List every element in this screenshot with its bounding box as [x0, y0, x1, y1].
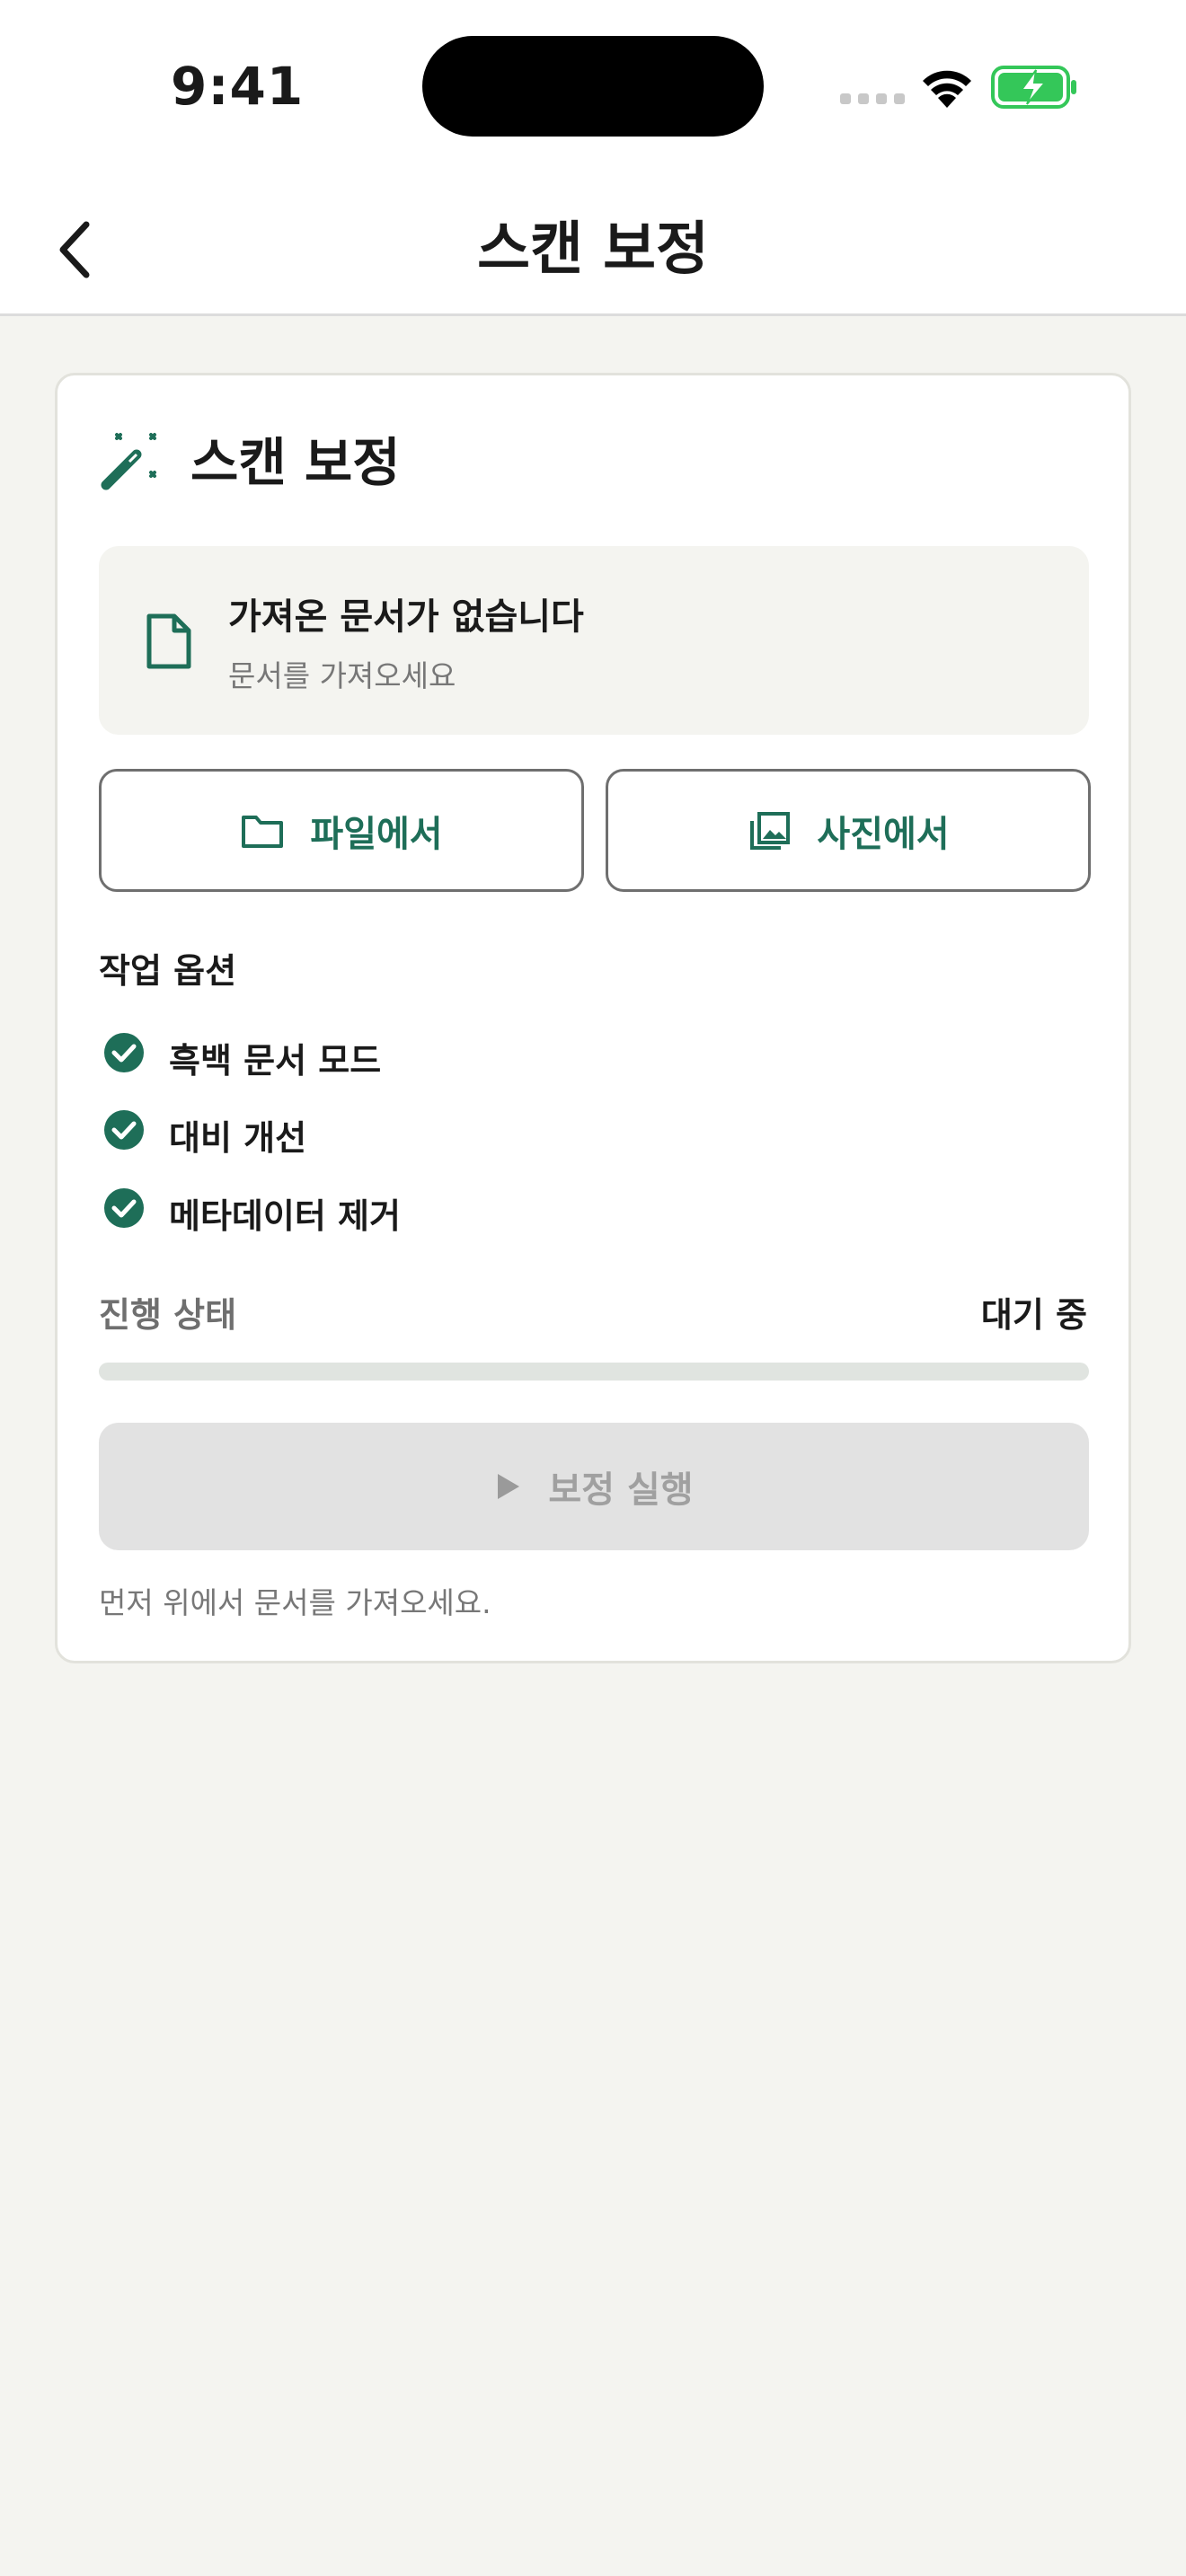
document-status-box: 가져온 문서가 없습니다 문서를 가져오세요: [99, 546, 1089, 735]
option-label: 대비 개선: [169, 1118, 307, 1158]
document-status-title: 가져온 문서가 없습니다: [228, 596, 584, 638]
options-section-title: 작업 옵션: [99, 951, 237, 991]
check-circle-icon: [104, 1188, 144, 1228]
hint-text: 먼저 위에서 문서를 가져오세요.: [99, 1585, 491, 1620]
progress-bar: [99, 1363, 1089, 1381]
status-bar: 9:41: [0, 0, 1186, 162]
scan-correction-card: 스캔 보정 가져온 문서가 없습니다 문서를 가져오세요 파일에서 사진에서 작…: [55, 373, 1131, 1663]
import-from-photo-button[interactable]: 사진에서: [606, 769, 1091, 892]
cellular-signal-icon: [840, 93, 905, 106]
run-correction-button[interactable]: 보정 실행: [99, 1423, 1089, 1550]
magic-wand-icon: [101, 433, 156, 490]
battery-charging-icon: [991, 66, 1076, 109]
dynamic-island: [422, 36, 764, 137]
document-status-subtitle: 문서를 가져오세요: [228, 658, 456, 693]
photo-library-icon: [750, 811, 791, 850]
document-icon: [146, 613, 191, 669]
run-correction-label: 보정 실행: [548, 1469, 694, 1511]
folder-icon: [242, 815, 284, 848]
status-time: 9:41: [171, 56, 305, 117]
navigation-bar: 스캔 보정: [0, 162, 1186, 316]
option-label: 메타데이터 제거: [169, 1196, 401, 1236]
progress-status: 대기 중: [980, 1295, 1087, 1335]
play-icon: [498, 1474, 520, 1499]
import-from-file-label: 파일에서: [310, 813, 443, 855]
page-title: 스캔 보정: [477, 216, 709, 283]
wifi-icon: [923, 70, 971, 108]
import-from-file-button[interactable]: 파일에서: [99, 769, 584, 892]
progress-label: 진행 상태: [99, 1295, 237, 1335]
check-circle-icon: [104, 1110, 144, 1150]
check-circle-icon: [104, 1033, 144, 1072]
card-title: 스캔 보정: [190, 432, 401, 493]
import-from-photo-label: 사진에서: [817, 813, 950, 855]
option-label: 흑백 문서 모드: [169, 1041, 382, 1081]
